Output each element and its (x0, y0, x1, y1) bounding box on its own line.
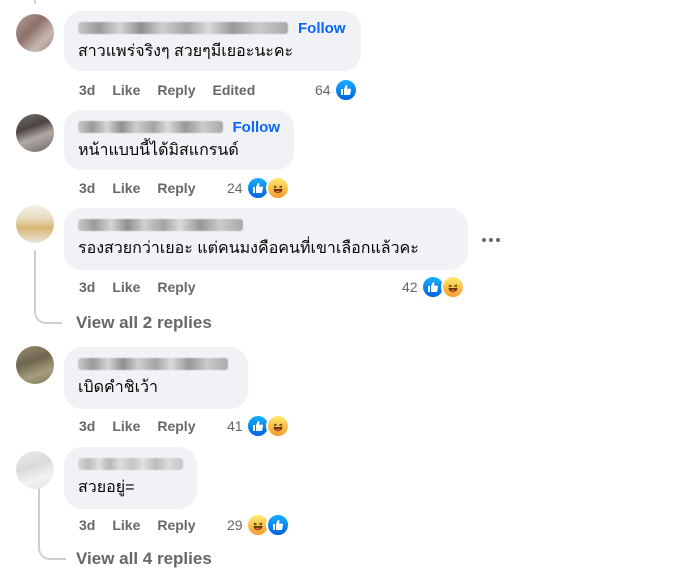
timestamp[interactable]: 3d (79, 418, 95, 434)
comment-text: สาวแพร่จริงๆ สวยๆมีเยอะนะคะ (78, 43, 294, 60)
like-button[interactable]: Like (112, 180, 140, 196)
thread-elbow (34, 292, 62, 324)
timestamp[interactable]: 3d (79, 180, 95, 196)
avatar[interactable] (16, 14, 54, 52)
more-options-button[interactable] (482, 236, 502, 244)
author-name-blurred[interactable] (78, 219, 243, 231)
comment-actions: 3d Like Reply (79, 277, 195, 297)
view-replies-link[interactable]: View all 4 replies (76, 549, 212, 569)
timestamp[interactable]: 3d (79, 82, 95, 98)
like-button[interactable]: Like (112, 279, 140, 295)
haha-icon (265, 414, 290, 438)
avatar[interactable] (16, 451, 54, 489)
thread-elbow (38, 528, 66, 560)
like-button[interactable]: Like (112, 517, 140, 533)
author-name-blurred[interactable] (78, 358, 228, 370)
reaction-summary[interactable]: 64 (315, 78, 358, 102)
comment-actions: 3d Like Reply (79, 178, 195, 198)
follow-button[interactable]: Follow (233, 119, 281, 136)
comment-bubble: รองสวยกว่าเยอะ แต่คนมงคือคนที่เขาเลือกแล… (64, 208, 468, 270)
author-name-blurred[interactable] (78, 22, 288, 34)
comment-bubble: Follow สาวแพร่จริงๆ สวยๆมีเยอะนะคะ (64, 11, 361, 71)
edited-label[interactable]: Edited (212, 82, 255, 98)
avatar[interactable] (16, 205, 54, 243)
haha-icon (440, 275, 465, 299)
reaction-count: 41 (227, 418, 243, 434)
reaction-count: 42 (402, 279, 418, 295)
like-icon (333, 78, 358, 102)
comment-text: รองสวยกว่าเยอะ แต่คนมงคือคนที่เขาเลือกแล… (78, 240, 419, 257)
like-button[interactable]: Like (112, 418, 140, 434)
comment-actions: 3d Like Reply Edited (79, 80, 255, 100)
timestamp[interactable]: 3d (79, 279, 95, 295)
author-name-blurred[interactable] (78, 121, 223, 133)
like-icon (265, 513, 290, 537)
reply-button[interactable]: Reply (157, 82, 195, 98)
reaction-summary[interactable]: 42 (402, 275, 465, 299)
reaction-count: 24 (227, 180, 243, 196)
reply-button[interactable]: Reply (157, 517, 195, 533)
reply-button[interactable]: Reply (157, 279, 195, 295)
comment-bubble: เบิดคำชิเว้า (64, 347, 248, 409)
reply-button[interactable]: Reply (157, 418, 195, 434)
haha-icon (265, 176, 290, 200)
reaction-count: 64 (315, 82, 331, 98)
reaction-count: 29 (227, 517, 243, 533)
like-button[interactable]: Like (112, 82, 140, 98)
view-replies-link[interactable]: View all 2 replies (76, 313, 212, 333)
comment-text: หน้าแบบนี้ได้มิสแกรนด์ (78, 142, 239, 159)
timestamp[interactable]: 3d (79, 517, 95, 533)
avatar[interactable] (16, 114, 54, 152)
comment-actions: 3d Like Reply (79, 416, 195, 436)
comment-actions: 3d Like Reply (79, 515, 195, 535)
comment-bubble: สวยอยู่= (64, 447, 197, 509)
avatar[interactable] (16, 346, 54, 384)
author-name-blurred[interactable] (78, 458, 183, 470)
comment-text: สวยอยู่= (78, 479, 135, 496)
reaction-summary[interactable]: 29 (227, 513, 290, 537)
thread-line (34, 0, 36, 4)
reaction-summary[interactable]: 41 (227, 414, 290, 438)
reaction-summary[interactable]: 24 (227, 176, 290, 200)
comment-text: เบิดคำชิเว้า (78, 379, 158, 396)
reply-button[interactable]: Reply (157, 180, 195, 196)
follow-button[interactable]: Follow (298, 20, 346, 37)
comment-bubble: Follow หน้าแบบนี้ได้มิสแกรนด์ (64, 110, 294, 170)
